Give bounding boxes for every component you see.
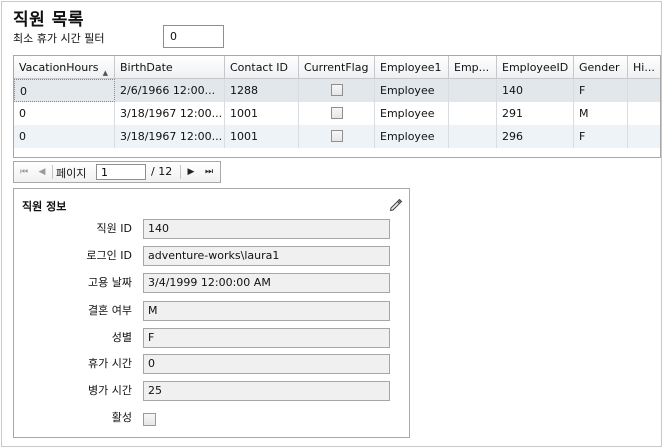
field-value-marital-status: M <box>143 301 390 321</box>
column-header-employee1[interactable]: Employee1 <box>375 56 449 79</box>
cell-employee1[interactable]: Employee <box>375 79 449 102</box>
cell-currentflag[interactable] <box>299 79 375 102</box>
field-value-employee-id: 140 <box>143 219 390 239</box>
employee-detail-panel: 직원 정보 직원 ID 140 로그인 ID adventure-works\l… <box>13 188 410 438</box>
employee-grid: VacationHours ▲ BirthDate Contact ID Cur… <box>13 55 661 158</box>
currentflag-checkbox[interactable] <box>330 107 343 119</box>
column-header-label: VacationHours <box>19 61 99 74</box>
field-label-marital-status: 결혼 여부 <box>88 304 132 317</box>
field-label-active: 활성 <box>111 411 132 424</box>
column-header-birthdate[interactable]: BirthDate <box>115 56 225 79</box>
table-row[interactable]: 0 3/18/1967 12:00... 1001 Employee 296 F <box>14 125 660 148</box>
column-header-currentflag[interactable]: CurrentFlag <box>299 56 375 79</box>
first-page-icon[interactable]: ⏮ <box>17 165 31 179</box>
cell-gender[interactable]: F <box>574 125 628 148</box>
cell-gender[interactable]: M <box>574 102 628 125</box>
cell-birthdate[interactable]: 3/18/1967 12:00... <box>115 125 225 148</box>
cell-employeeid[interactable]: 140 <box>497 79 574 102</box>
cell-birthdate[interactable]: 3/18/1967 12:00... <box>115 102 225 125</box>
last-page-icon[interactable]: ⏭ <box>202 165 216 179</box>
cell-contactid[interactable]: 1288 <box>225 79 299 102</box>
cell-vacationhours[interactable]: 0 <box>14 79 115 102</box>
panel-title: 직원 정보 <box>22 200 67 213</box>
vacation-filter-label: 최소 휴가 시간 필터 <box>13 32 105 45</box>
pager-divider <box>52 165 53 179</box>
vacation-filter-input[interactable] <box>163 25 224 48</box>
field-value-login-id: adventure-works\laura1 <box>143 246 390 266</box>
app-frame: 직원 목록 최소 휴가 시간 필터 VacationHours ▲ BirthD… <box>1 1 662 447</box>
grid-header: VacationHours ▲ BirthDate Contact ID Cur… <box>14 56 660 79</box>
column-header-employeeid[interactable]: EmployeeID <box>497 56 574 79</box>
field-value-sick-hours: 25 <box>143 381 390 401</box>
cell-hi[interactable] <box>628 79 660 102</box>
cell-employee1[interactable]: Employee <box>375 102 449 125</box>
next-page-icon[interactable]: ▶ <box>184 165 198 179</box>
column-header-vacationhours[interactable]: VacationHours ▲ <box>14 56 115 79</box>
column-header-gender[interactable]: Gender <box>574 56 628 79</box>
active-checkbox[interactable] <box>143 413 156 426</box>
cell-currentflag[interactable] <box>299 102 375 125</box>
cell-emp[interactable] <box>449 125 497 148</box>
cell-emp[interactable] <box>449 79 497 102</box>
cell-vacationhours[interactable]: 0 <box>14 102 115 125</box>
field-label-sick-hours: 병가 시간 <box>88 384 132 397</box>
cell-hi[interactable] <box>628 125 660 148</box>
page-total: / 12 <box>151 165 173 178</box>
cell-hi[interactable] <box>628 102 660 125</box>
cell-emp[interactable] <box>449 102 497 125</box>
cell-employeeid[interactable]: 296 <box>497 125 574 148</box>
field-value-vacation-hours: 0 <box>143 354 390 374</box>
cell-vacationhours[interactable]: 0 <box>14 125 115 148</box>
field-label-login-id: 로그인 ID <box>86 249 132 262</box>
sort-ascending-icon: ▲ <box>102 69 108 77</box>
cell-currentflag[interactable] <box>299 125 375 148</box>
field-label-gender: 성별 <box>111 331 132 344</box>
field-label-hire-date: 고용 날짜 <box>88 276 132 289</box>
cell-employee1[interactable]: Employee <box>375 125 449 148</box>
cell-gender[interactable]: F <box>574 79 628 102</box>
field-value-gender: F <box>143 328 390 348</box>
currentflag-checkbox[interactable] <box>330 84 343 96</box>
field-label-employee-id: 직원 ID <box>96 222 132 235</box>
cell-birthdate[interactable]: 2/6/1966 12:00... <box>115 79 225 102</box>
cell-employeeid[interactable]: 291 <box>497 102 574 125</box>
prev-page-icon[interactable]: ◀ <box>35 165 49 179</box>
page-number-input[interactable] <box>96 164 146 180</box>
table-row[interactable]: 0 3/18/1967 12:00... 1001 Employee 291 M <box>14 102 660 125</box>
column-header-contactid[interactable]: Contact ID <box>225 56 299 79</box>
data-pager: ⏮ ◀ 페이지 / 12 ▶ ⏭ <box>13 161 221 183</box>
column-header-emp[interactable]: Emp... <box>449 56 497 79</box>
table-row[interactable]: 0 2/6/1966 12:00... 1288 Employee 140 F <box>14 79 660 102</box>
cell-contactid[interactable]: 1001 <box>225 102 299 125</box>
pencil-icon[interactable] <box>388 197 404 213</box>
cell-contactid[interactable]: 1001 <box>225 125 299 148</box>
column-header-hi[interactable]: Hi... <box>628 56 660 79</box>
page-label: 페이지 <box>56 167 87 180</box>
field-value-hire-date: 3/4/1999 12:00:00 AM <box>143 273 390 293</box>
pager-divider <box>180 165 181 179</box>
currentflag-checkbox[interactable] <box>330 130 343 142</box>
page-title: 직원 목록 <box>13 10 84 30</box>
field-label-vacation-hours: 휴가 시간 <box>88 357 132 370</box>
